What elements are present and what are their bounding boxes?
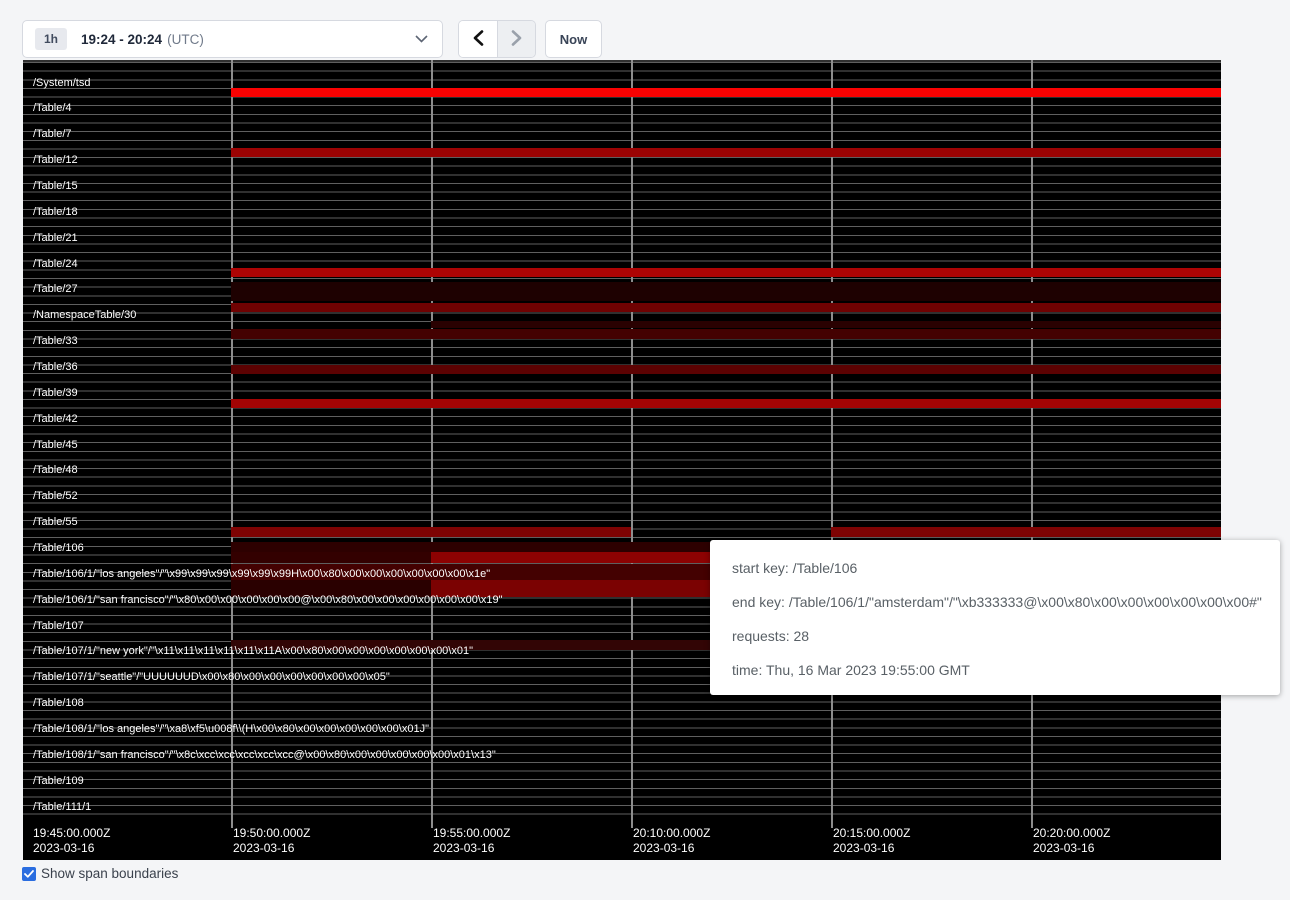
checkbox-checked-icon bbox=[22, 867, 36, 881]
x-tick-time: 20:15:00.000Z bbox=[833, 826, 910, 841]
tooltip-start-key: start key: /Table/106 bbox=[732, 551, 1262, 585]
x-axis-tick: 20:15:00.000Z2023-03-16 bbox=[833, 826, 910, 856]
heat-band[interactable] bbox=[231, 552, 431, 563]
x-axis-tick: 20:10:00.000Z2023-03-16 bbox=[633, 826, 710, 856]
time-gridline bbox=[831, 60, 833, 828]
row-label: /Table/106 bbox=[33, 542, 84, 555]
heat-band[interactable] bbox=[231, 329, 1221, 339]
row-label: /Table/48 bbox=[33, 464, 78, 477]
heat-band[interactable] bbox=[231, 365, 1221, 374]
heat-band[interactable] bbox=[831, 527, 1221, 537]
row-label: /NamespaceTable/30 bbox=[33, 309, 136, 322]
row-label: /Table/4 bbox=[33, 102, 72, 115]
x-tick-time: 19:55:00.000Z bbox=[433, 826, 510, 841]
hover-tooltip: start key: /Table/106 end key: /Table/10… bbox=[710, 540, 1280, 695]
row-label: /Table/18 bbox=[33, 206, 78, 219]
checkbox-label: Show span boundaries bbox=[41, 866, 178, 881]
key-visualizer-chart[interactable]: /System/tsd/Table/4/Table/7/Table/12/Tab… bbox=[23, 60, 1221, 860]
next-range-button[interactable] bbox=[497, 21, 535, 57]
x-axis-tick: 19:45:00.000Z2023-03-16 bbox=[33, 826, 110, 856]
tooltip-time: time: Thu, 16 Mar 2023 19:55:00 GMT bbox=[732, 653, 1262, 687]
row-label: /Table/108/1/"san francisco"/"\x8c\xcc\x… bbox=[33, 749, 496, 762]
show-span-boundaries-checkbox[interactable]: Show span boundaries bbox=[22, 866, 178, 881]
heat-band[interactable] bbox=[431, 321, 1221, 328]
row-label: /Table/109 bbox=[33, 775, 84, 788]
time-nav-group bbox=[458, 20, 536, 58]
x-axis-tick: 19:55:00.000Z2023-03-16 bbox=[433, 826, 510, 856]
time-gridline bbox=[631, 60, 633, 828]
chevron-right-icon bbox=[511, 30, 522, 49]
x-tick-time: 19:50:00.000Z bbox=[233, 826, 310, 841]
row-label: /Table/42 bbox=[33, 413, 78, 426]
heat-band[interactable] bbox=[231, 303, 1221, 312]
row-label: /Table/111/1 bbox=[33, 801, 91, 814]
x-tick-time: 19:45:00.000Z bbox=[33, 826, 110, 841]
row-label: /Table/52 bbox=[33, 490, 78, 503]
x-axis-tick: 20:20:00.000Z2023-03-16 bbox=[1033, 826, 1110, 856]
row-label: /Table/27 bbox=[33, 283, 78, 296]
row-label: /Table/36 bbox=[33, 361, 78, 374]
row-label: /Table/45 bbox=[33, 439, 78, 452]
row-label: /Table/107/1/"seattle"/"UUUUUUD\x00\x80\… bbox=[33, 671, 390, 684]
row-label: /Table/107/1/"new york"/"\x11\x11\x11\x1… bbox=[33, 645, 473, 658]
row-label: /Table/106/1/"san francisco"/"\x80\x00\x… bbox=[33, 594, 503, 607]
range-duration-badge: 1h bbox=[35, 28, 67, 50]
heat-band[interactable] bbox=[231, 148, 1221, 157]
chevron-left-icon bbox=[473, 30, 484, 49]
x-axis-tick: 19:50:00.000Z2023-03-16 bbox=[233, 826, 310, 856]
row-label: /Table/106/1/"los angeles"/"\x99\x99\x99… bbox=[33, 568, 490, 581]
row-label: /Table/33 bbox=[33, 335, 78, 348]
row-label: /Table/108/1/"los angeles"/"\xa8\xf5\u00… bbox=[33, 723, 429, 736]
heat-band[interactable] bbox=[231, 88, 1221, 97]
row-label: /Table/21 bbox=[33, 232, 78, 245]
row-label: /Table/12 bbox=[33, 154, 78, 167]
row-label: /Table/15 bbox=[33, 180, 78, 193]
row-label: /Table/39 bbox=[33, 387, 78, 400]
heat-band[interactable] bbox=[231, 268, 1221, 277]
now-button[interactable]: Now bbox=[545, 20, 602, 58]
row-label: /Table/7 bbox=[33, 128, 72, 141]
x-tick-date: 2023-03-16 bbox=[233, 841, 310, 856]
time-gridline bbox=[1031, 60, 1033, 828]
row-label: /Table/108 bbox=[33, 697, 84, 710]
row-label: /Table/24 bbox=[33, 258, 78, 271]
tooltip-requests: requests: 28 bbox=[732, 619, 1262, 653]
row-label: /Table/55 bbox=[33, 516, 78, 529]
time-gridline bbox=[431, 60, 433, 828]
range-timezone-suffix: (UTC) bbox=[167, 32, 204, 47]
row-label: /Table/107 bbox=[33, 620, 84, 633]
x-tick-date: 2023-03-16 bbox=[633, 841, 710, 856]
heat-band[interactable] bbox=[231, 399, 1221, 408]
x-tick-date: 2023-03-16 bbox=[1033, 841, 1110, 856]
x-tick-date: 2023-03-16 bbox=[33, 841, 110, 856]
x-tick-date: 2023-03-16 bbox=[433, 841, 510, 856]
x-tick-time: 20:10:00.000Z bbox=[633, 826, 710, 841]
time-gridline bbox=[231, 60, 233, 828]
chevron-down-icon bbox=[415, 35, 428, 43]
x-tick-date: 2023-03-16 bbox=[833, 841, 910, 856]
prev-range-button[interactable] bbox=[459, 21, 497, 57]
x-tick-time: 20:20:00.000Z bbox=[1033, 826, 1110, 841]
heat-band[interactable] bbox=[231, 527, 631, 537]
time-range-select[interactable]: 1h 19:24 - 20:24 (UTC) bbox=[22, 20, 443, 58]
span-boundary-lines bbox=[23, 60, 1221, 822]
tooltip-end-key: end key: /Table/106/1/"amsterdam"/"\xb33… bbox=[732, 585, 1262, 619]
heat-band[interactable] bbox=[231, 282, 1221, 301]
row-label: /System/tsd bbox=[33, 77, 90, 90]
range-label: 19:24 - 20:24 bbox=[81, 32, 162, 47]
